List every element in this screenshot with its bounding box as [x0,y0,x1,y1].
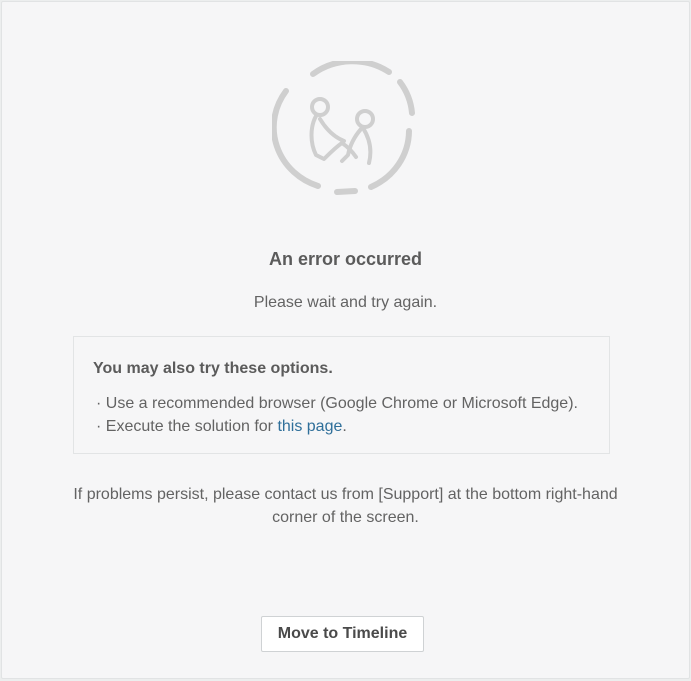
options-heading: You may also try these options. [93,360,333,377]
option-text-browser: Use a recommended browser (Google Chrome… [105,395,578,412]
option-item-solution: · Execute the solution for this page. [96,418,347,436]
this-page-link[interactable]: this page [277,418,342,435]
bullet: · [96,418,106,435]
option-item-browser: · Use a recommended browser (Google Chro… [96,395,578,413]
move-to-timeline-button[interactable]: Move to Timeline [261,616,424,652]
error-subtitle: Please wait and try again. [253,294,438,311]
support-message: If problems persist, please contact us f… [73,486,618,526]
option-text-period: . [342,418,347,435]
option-text-solution: Execute the solution for [105,418,278,435]
error-title: An error occurred [268,249,423,269]
broken-connection-people-icon [272,61,415,195]
error-panel: An error occurred Please wait and try ag… [1,1,690,679]
bullet: · [96,395,106,412]
options-box: You may also try these options. · Use a … [73,336,610,454]
